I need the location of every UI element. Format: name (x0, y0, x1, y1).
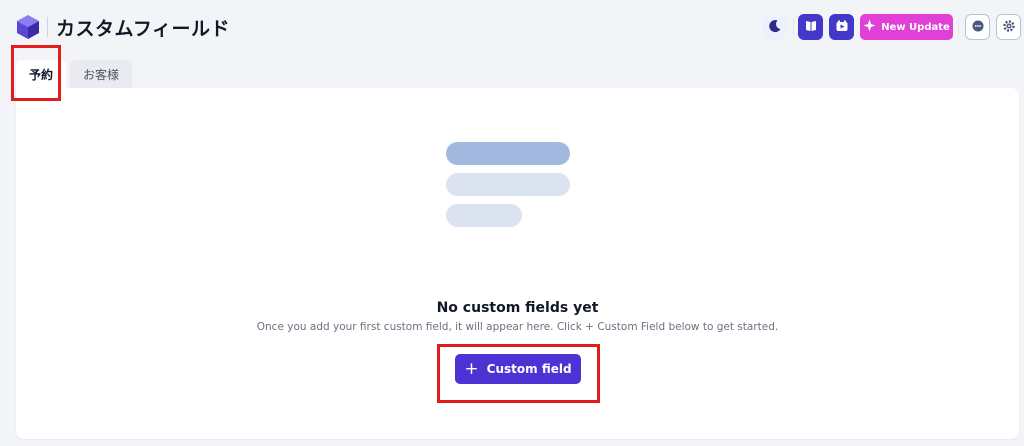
new-update-button[interactable]: New Update (860, 14, 953, 40)
empty-state-title: No custom fields yet (436, 300, 599, 316)
video-icon (835, 18, 849, 37)
empty-state-description: Once you add your first custom field, it… (256, 321, 779, 333)
logo-icon (16, 14, 40, 40)
placeholder-bar (446, 142, 570, 165)
gear-icon (1002, 18, 1016, 37)
placeholder-bar (446, 204, 522, 227)
tab-label: お客様 (82, 67, 119, 82)
page-title: カスタムフィールド (56, 18, 230, 40)
settings-button[interactable] (996, 14, 1021, 40)
app-header: カスタムフィールド New Update (0, 0, 1024, 56)
tab-customers[interactable]: お客様 (70, 60, 132, 88)
guide-button[interactable] (798, 14, 823, 40)
chat-button[interactable] (965, 14, 990, 40)
header-divider (793, 18, 794, 36)
header-divider (958, 18, 959, 36)
highlight-box-tab (11, 45, 61, 101)
new-update-label: New Update (881, 21, 950, 33)
dark-mode-toggle[interactable] (762, 14, 788, 40)
sparkle-icon (863, 19, 876, 35)
placeholder-bar (446, 173, 570, 196)
moon-icon (768, 18, 782, 37)
chat-icon (971, 18, 985, 37)
video-tutorial-button[interactable] (829, 14, 854, 40)
highlight-box-button (437, 344, 600, 403)
book-icon (804, 18, 818, 37)
title-divider (47, 17, 48, 37)
